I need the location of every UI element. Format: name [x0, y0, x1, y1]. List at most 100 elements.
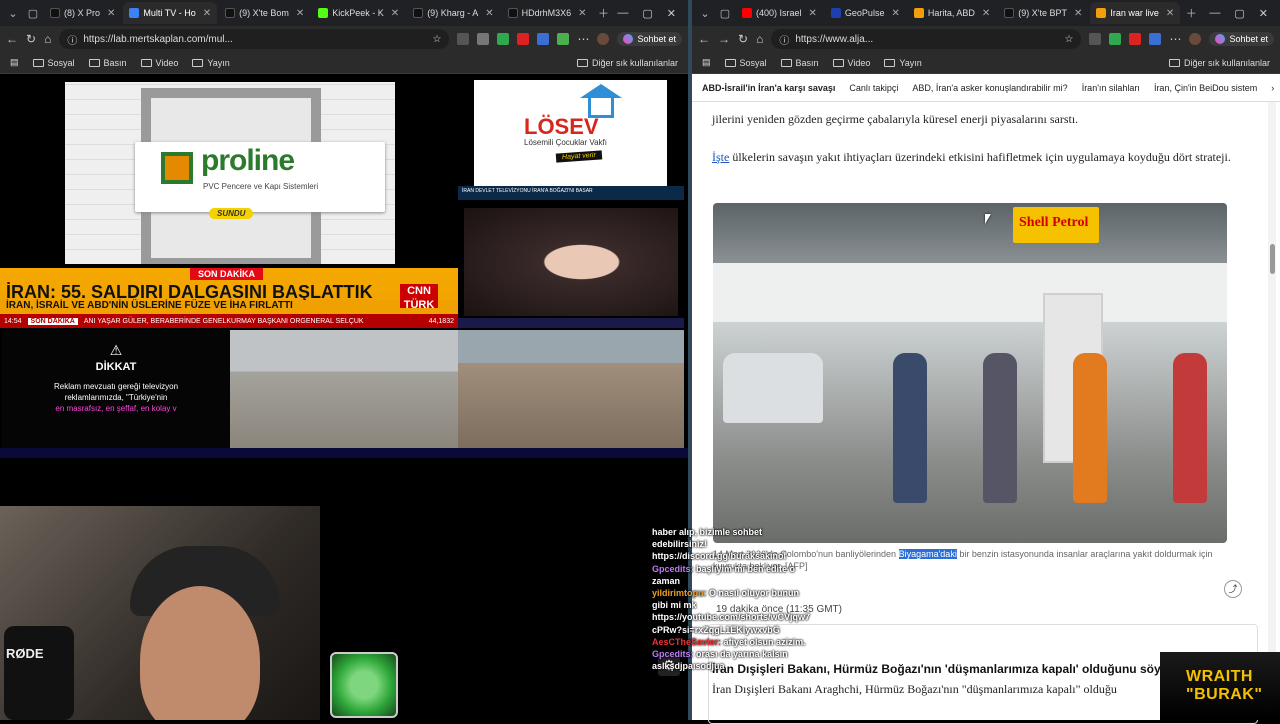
close-icon[interactable]: ✕ — [1166, 8, 1174, 19]
back-icon[interactable]: ← — [698, 32, 710, 46]
chat-message: https://discord.gg/buraksakinol — [652, 551, 787, 562]
tab-x-bom[interactable]: (9) X'te Bom ✕ — [219, 2, 310, 24]
bookmark-folder[interactable]: Sosyal — [32, 58, 75, 68]
extension-icon[interactable] — [557, 33, 570, 45]
tab-kickpeek[interactable]: KickPeek - K ✕ — [312, 2, 405, 24]
bookmark-folder[interactable]: Basın — [88, 58, 127, 68]
tab-iran-war-live[interactable]: Iran war live ✕ — [1090, 2, 1181, 24]
extension-icon[interactable] — [1109, 33, 1122, 45]
losev-ad-tile[interactable]: LÖSEV Lösemili Çocuklar Vakfı Hayat veri… — [474, 80, 667, 188]
minimize-icon[interactable]: — — [1209, 7, 1220, 20]
video-feed-child[interactable] — [464, 208, 678, 316]
folder-icon — [832, 58, 844, 67]
topic-link[interactable]: İran'ın silahları — [1082, 83, 1140, 93]
topic-link[interactable]: ABD-İsrail'in İran'a karşı savaşı — [702, 83, 835, 93]
webcam-overlay: RØDE — [0, 506, 320, 720]
tab-kharg[interactable]: (9) Kharg - A ✕ — [407, 2, 499, 24]
scrollbar-thumb[interactable] — [1270, 244, 1275, 274]
bookmark-folder[interactable]: Video — [832, 58, 870, 68]
close-icon[interactable]: ✕ — [982, 8, 990, 19]
extension-icon[interactable] — [457, 33, 470, 45]
close-icon[interactable]: ✕ — [203, 8, 211, 19]
other-bookmarks[interactable]: Diğer sık kullanılanlar — [1168, 58, 1270, 68]
tab-x-pro[interactable]: (8) X Pro ✕ — [44, 2, 121, 24]
bookmark-folder[interactable]: Yayın — [884, 58, 922, 68]
more-icon[interactable]: ⋯ — [1169, 32, 1181, 46]
address-bar[interactable]: ⓘ https://lab.mertskaplan.com/mul... ☆ — [59, 29, 450, 49]
chat-button[interactable]: Sohbet et — [617, 32, 682, 46]
close-icon[interactable]: ✕ — [1074, 8, 1082, 19]
workspaces-icon[interactable]: ▢ — [716, 7, 734, 20]
workspaces-icon[interactable]: ▢ — [24, 7, 42, 20]
city-camera-feed[interactable] — [458, 330, 684, 448]
favorite-star-icon[interactable]: ☆ — [433, 34, 442, 45]
close-icon[interactable]: ✕ — [485, 8, 493, 19]
close-icon[interactable]: ✕ — [391, 8, 399, 19]
tab-actions-icon[interactable]: ⌄ — [696, 7, 714, 20]
collections-icon[interactable]: ▤ — [10, 57, 19, 68]
city-camera-feed[interactable] — [230, 330, 458, 448]
proline-ad-tile[interactable]: proline PVC Pencere ve Kapı Sistemleri S… — [65, 82, 395, 264]
extension-icon[interactable] — [477, 33, 490, 45]
close-window-icon[interactable]: ✕ — [667, 7, 676, 20]
chevron-right-icon[interactable]: › — [1271, 83, 1274, 93]
maximize-icon[interactable]: ▢ — [642, 7, 652, 20]
extension-icon[interactable] — [517, 33, 530, 45]
reload-icon[interactable]: ↻ — [26, 32, 36, 46]
new-tab-icon[interactable]: ＋ — [595, 5, 613, 21]
notice-tile[interactable]: ⚠ DİKKAT Reklam mevzuatı gereği televizy… — [2, 330, 230, 448]
close-icon[interactable]: ✕ — [296, 8, 304, 19]
avatar[interactable] — [597, 33, 610, 45]
more-icon[interactable]: ⋯ — [577, 32, 589, 46]
extension-icon[interactable] — [497, 33, 510, 45]
maximize-icon[interactable]: ▢ — [1234, 7, 1244, 20]
close-window-icon[interactable]: ✕ — [1259, 7, 1268, 20]
tab-geopulse[interactable]: GeoPulse ✕ — [825, 2, 906, 24]
favorite-star-icon[interactable]: ☆ — [1065, 34, 1074, 45]
tab-x-bpt[interactable]: (9) X'te BPT ✕ — [998, 2, 1088, 24]
reload-icon[interactable]: ↻ — [738, 32, 748, 46]
article-topic-nav: ABD-İsrail'in İran'a karşı savaşı Canlı … — [692, 74, 1280, 102]
avatar[interactable] — [1189, 33, 1202, 45]
back-icon[interactable]: ← — [6, 32, 18, 46]
tab-hddrh[interactable]: HDdrhM3X6 ✕ — [502, 2, 593, 24]
tab-actions-icon[interactable]: ⌄ — [4, 7, 22, 20]
forward-icon[interactable]: → — [718, 32, 730, 46]
minimize-icon[interactable]: — — [617, 7, 628, 20]
tab-multi-tv[interactable]: Multi TV - Ho ✕ — [123, 2, 218, 24]
bookmark-folder[interactable]: Video — [140, 58, 178, 68]
extension-icon[interactable] — [537, 33, 550, 45]
bookmark-folder[interactable]: Yayın — [192, 58, 230, 68]
close-icon[interactable]: ✕ — [809, 8, 817, 19]
tab-harita[interactable]: Harita, ABD ✕ — [908, 2, 996, 24]
tab-youtube-israel[interactable]: (400) Israel ✕ — [736, 2, 823, 24]
breaking-label: SON DAKİKA — [190, 268, 264, 280]
topic-link[interactable]: İran, Çin'in BeiDou sistem — [1154, 83, 1257, 93]
geopulse-favicon-icon — [830, 8, 841, 18]
extension-icon[interactable] — [1149, 33, 1162, 45]
other-bookmarks[interactable]: Diğer sık kullanılanlar — [576, 58, 678, 68]
collections-icon[interactable]: ▤ — [702, 57, 711, 68]
aljazeera-favicon-icon — [1096, 8, 1107, 18]
bookmark-folder[interactable]: Basın — [780, 58, 819, 68]
new-tab-icon[interactable]: ＋ — [1182, 5, 1200, 21]
chat-button[interactable]: Sohbet et — [1209, 32, 1274, 46]
article-link[interactable]: İşte — [712, 150, 729, 164]
scrollbar[interactable] — [1268, 102, 1276, 720]
close-icon[interactable]: ✕ — [891, 8, 899, 19]
site-info-icon[interactable]: ⓘ — [779, 32, 789, 47]
close-icon[interactable]: ✕ — [578, 8, 586, 19]
close-icon[interactable]: ✕ — [107, 8, 115, 19]
notice-title: DİKKAT — [95, 361, 137, 373]
bookmark-folder[interactable]: Sosyal — [724, 58, 767, 68]
address-bar[interactable]: ⓘ https://www.alja... ☆ — [771, 29, 1082, 49]
extension-icon[interactable] — [1129, 33, 1142, 45]
site-info-icon[interactable]: ⓘ — [67, 32, 77, 47]
home-icon[interactable]: ⌂ — [756, 32, 763, 46]
home-icon[interactable]: ⌂ — [44, 32, 51, 46]
topic-link[interactable]: ABD, İran'a asker konuşlandırabilir mi? — [912, 83, 1067, 93]
topic-link[interactable]: Canlı takipçi — [849, 83, 898, 93]
extension-icon[interactable] — [1089, 33, 1102, 45]
sponsor-tag: SUNDU — [209, 208, 254, 219]
share-icon[interactable]: ⤴ — [1224, 580, 1242, 598]
